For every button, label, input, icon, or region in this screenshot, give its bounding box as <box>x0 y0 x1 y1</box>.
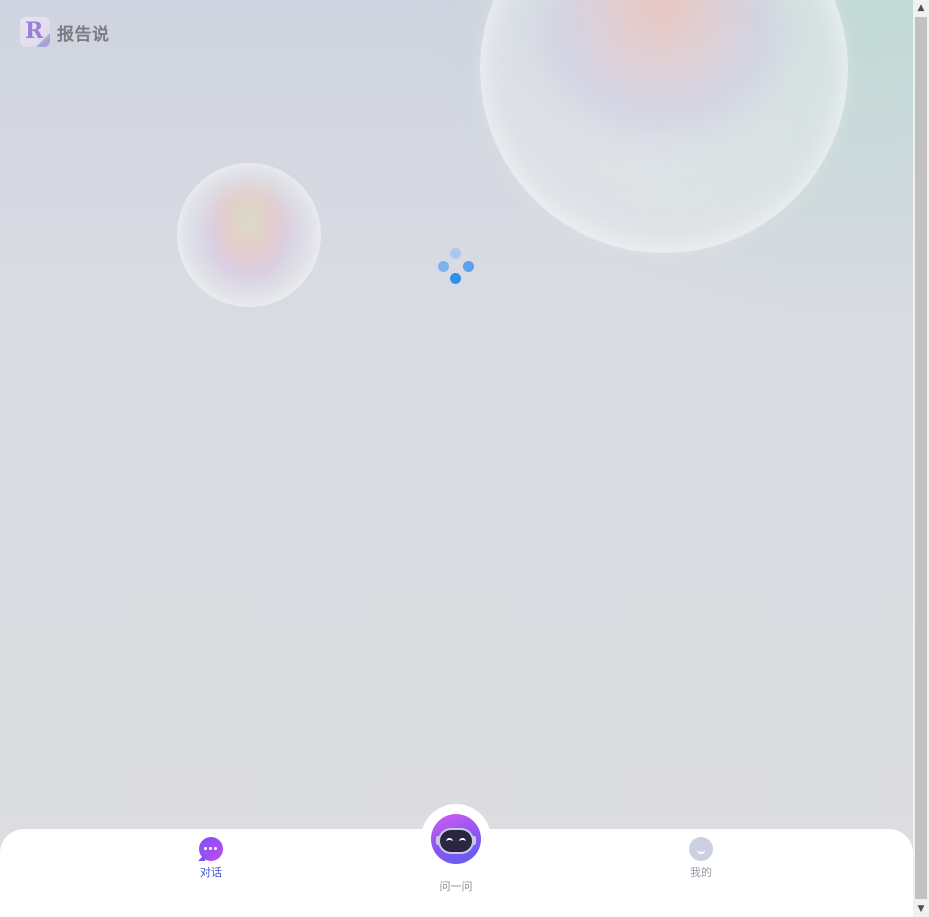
app-window: R 报告说 对话 我的 问一问 ▲ ▼ <box>0 0 929 917</box>
scroll-up-arrow-icon[interactable]: ▲ <box>913 0 929 16</box>
ask-button-disc[interactable] <box>421 804 491 873</box>
spinner-dot <box>463 261 474 272</box>
bubble-glow <box>201 185 297 285</box>
tab-ask-label: 问一问 <box>439 880 473 893</box>
decorative-bubble-small <box>177 163 321 307</box>
tab-ask[interactable]: 问一问 <box>421 804 491 894</box>
logo-icon: R <box>20 17 50 47</box>
tab-mine-label: 我的 <box>690 866 712 879</box>
spinner-dot <box>438 261 449 272</box>
bubble-glow <box>536 0 786 136</box>
app-name: 报告说 <box>57 24 110 45</box>
robot-icon <box>431 813 481 864</box>
logo-letter: R <box>25 18 44 44</box>
vertical-scrollbar[interactable]: ▲ ▼ <box>913 0 929 917</box>
tab-mine[interactable]: 我的 <box>680 837 722 880</box>
loading-dots-icon <box>437 247 475 285</box>
chat-bubble-icon <box>199 837 223 861</box>
robot-face <box>440 829 472 852</box>
scrollbar-thumb[interactable] <box>915 17 927 899</box>
tab-chat-label: 对话 <box>200 866 222 879</box>
tab-chat[interactable]: 对话 <box>190 837 232 880</box>
smile-face-icon <box>689 837 713 861</box>
app-logo[interactable]: R 报告说 <box>20 17 110 47</box>
scroll-down-arrow-icon[interactable]: ▼ <box>913 901 929 917</box>
main-viewport: R 报告说 对话 我的 问一问 <box>0 0 913 917</box>
spinner-dot <box>450 248 461 259</box>
spinner-dot <box>450 273 461 284</box>
